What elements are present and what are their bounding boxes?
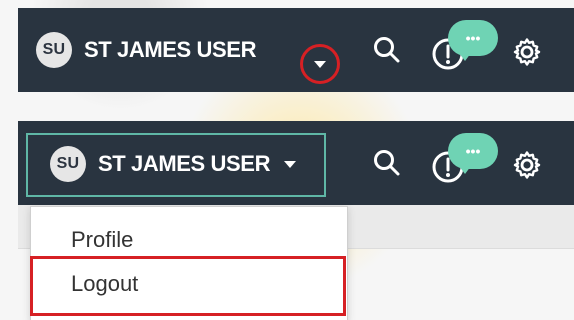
chat-button[interactable]: ••• [448, 20, 498, 56]
chat-bubble-tail [459, 53, 471, 61]
search-button[interactable] [370, 146, 404, 180]
user-menu-trigger[interactable]: SU ST JAMES USER [36, 32, 256, 68]
gear-icon [513, 38, 541, 66]
avatar: SU [36, 32, 72, 68]
search-button[interactable] [370, 33, 404, 67]
chat-bubble-icon: ••• [465, 30, 481, 46]
search-icon [374, 150, 400, 176]
screenshot-stage: SU ST JAMES USER ••• SU ST JAMES USER ••… [0, 0, 574, 320]
gear-icon [513, 151, 541, 179]
settings-button[interactable] [510, 148, 544, 182]
search-icon [374, 37, 400, 63]
user-name: ST JAMES USER [84, 37, 257, 62]
chevron-down-icon [314, 60, 326, 68]
header-bar-collapsed: SU ST JAMES USER ••• [18, 8, 574, 92]
chat-bubble-icon: ••• [465, 143, 481, 159]
menu-item-profile[interactable]: Profile [71, 227, 133, 253]
chat-button[interactable]: ••• [448, 133, 498, 169]
settings-button[interactable] [510, 35, 544, 69]
user-menu-focus-outline [26, 133, 326, 197]
user-menu-dropdown-button[interactable] [300, 44, 340, 84]
logout-highlight-box [30, 256, 346, 316]
chat-bubble-tail [459, 166, 471, 174]
